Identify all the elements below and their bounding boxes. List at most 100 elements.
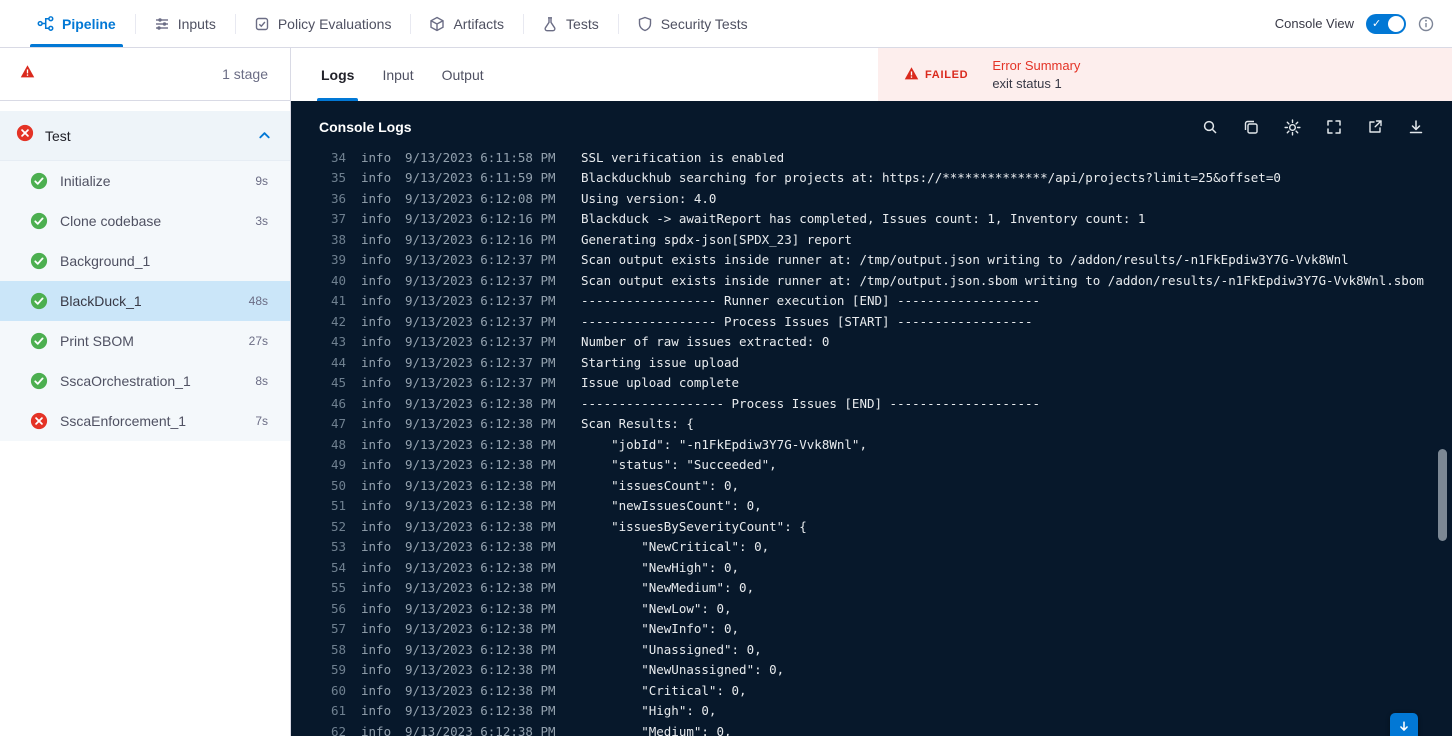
step-duration: 7s — [255, 414, 268, 428]
security-tests-icon — [637, 16, 653, 32]
log-line: 58 info 9/13/2023 6:12:38 PM "Unassigned… — [331, 639, 1452, 660]
tab-logs[interactable]: Logs — [307, 48, 368, 101]
check-circle-icon — [30, 172, 48, 190]
log-line: 55 info 9/13/2023 6:12:38 PM "NewMedium"… — [331, 578, 1452, 599]
sidebar: 1 stage Test Initialize 9s Clone codebas… — [0, 48, 291, 736]
nav-tab-policy-evaluations[interactable]: Policy Evaluations — [234, 0, 411, 47]
log-line-number: 45 — [331, 375, 347, 391]
stage-count: 1 stage — [222, 66, 268, 82]
log-timestamp: 9/13/2023 6:12:38 PM — [405, 662, 556, 678]
step-sscaorchestration-1[interactable]: SscaOrchestration_1 8s — [0, 361, 290, 401]
log-line-number: 42 — [331, 313, 347, 329]
log-line: 49 info 9/13/2023 6:12:38 PM "status": "… — [331, 455, 1452, 476]
step-name: SscaOrchestration_1 — [60, 373, 191, 389]
log-message: "newIssuesCount": 0, — [581, 498, 762, 514]
tab-output[interactable]: Output — [428, 48, 498, 101]
nav-tab-label: Policy Evaluations — [277, 15, 392, 32]
log-timestamp: 9/13/2023 6:12:38 PM — [405, 395, 556, 411]
log-line: 51 info 9/13/2023 6:12:38 PM "newIssuesC… — [331, 496, 1452, 517]
info-icon[interactable] — [1418, 16, 1434, 32]
log-timestamp: 9/13/2023 6:12:16 PM — [405, 231, 556, 247]
scroll-to-bottom-button[interactable] — [1390, 713, 1418, 736]
log-timestamp: 9/13/2023 6:12:38 PM — [405, 416, 556, 432]
log-line: 48 info 9/13/2023 6:12:38 PM "jobId": "-… — [331, 434, 1452, 455]
open-in-new-icon[interactable] — [1367, 119, 1383, 135]
log-line: 45 info 9/13/2023 6:12:37 PM Issue uploa… — [331, 373, 1452, 394]
log-line-number: 34 — [331, 153, 347, 165]
log-message: "issuesCount": 0, — [581, 477, 740, 493]
console-view-toggle[interactable]: ✓ — [1366, 13, 1406, 34]
check-circle-icon — [30, 252, 48, 270]
step-name: Initialize — [60, 173, 111, 189]
log-line-number: 44 — [331, 354, 347, 370]
failed-badge: FAILED — [904, 66, 968, 84]
download-icon[interactable] — [1408, 119, 1424, 135]
step-sscaenforcement-1[interactable]: SscaEnforcement_1 7s — [0, 401, 290, 441]
settings-icon[interactable] — [1284, 118, 1301, 136]
x-circle-icon — [30, 412, 48, 430]
tab-input[interactable]: Input — [368, 48, 427, 101]
log-line: 61 info 9/13/2023 6:12:38 PM "High": 0, — [331, 701, 1452, 722]
log-line-number: 55 — [331, 580, 347, 596]
app-root: Pipeline Inputs Policy Evaluations Artif… — [0, 0, 1452, 736]
log-message: Number of raw issues extracted: 0 — [581, 334, 830, 350]
nav-tab-label: Pipeline — [62, 15, 116, 32]
log-timestamp: 9/13/2023 6:12:38 PM — [405, 641, 556, 657]
log-level: info — [361, 621, 392, 637]
log-timestamp: 9/13/2023 6:11:58 PM — [405, 153, 556, 165]
check-circle-icon — [30, 332, 48, 350]
log-level: info — [361, 272, 392, 288]
step-initialize[interactable]: Initialize 9s — [0, 161, 290, 201]
step-duration: 27s — [248, 334, 268, 348]
log-line: 35 info 9/13/2023 6:11:59 PM Blackduckhu… — [331, 168, 1452, 189]
console-scrollbar-thumb[interactable] — [1438, 449, 1447, 541]
nav-tab-artifacts[interactable]: Artifacts — [410, 0, 523, 47]
log-line-number: 60 — [331, 682, 347, 698]
log-timestamp: 9/13/2023 6:12:38 PM — [405, 703, 556, 719]
log-line-number: 35 — [331, 170, 347, 186]
step-name: BlackDuck_1 — [60, 293, 142, 309]
search-icon[interactable] — [1202, 119, 1218, 135]
chevron-up-icon[interactable] — [257, 128, 272, 143]
log-line: 46 info 9/13/2023 6:12:38 PM -----------… — [331, 393, 1452, 414]
nav-tab-tests[interactable]: Tests — [523, 0, 618, 47]
nav-tab-pipeline[interactable]: Pipeline — [18, 0, 135, 47]
failed-badge-label: FAILED — [925, 68, 969, 81]
console-title: Console Logs — [319, 119, 412, 135]
log-line: 62 info 9/13/2023 6:12:38 PM "Medium": 0… — [331, 721, 1452, 736]
step-print-sbom[interactable]: Print SBOM 27s — [0, 321, 290, 361]
log-message: Issue upload complete — [581, 375, 740, 391]
step-clone-codebase[interactable]: Clone codebase 3s — [0, 201, 290, 241]
log-line: 41 info 9/13/2023 6:12:37 PM -----------… — [331, 291, 1452, 312]
log-message: "NewMedium": 0, — [581, 580, 755, 596]
log-level: info — [361, 559, 392, 575]
nav-tab-security-tests[interactable]: Security Tests — [617, 0, 767, 47]
log-timestamp: 9/13/2023 6:12:38 PM — [405, 580, 556, 596]
log-line-number: 48 — [331, 436, 347, 452]
log-line-number: 59 — [331, 662, 347, 678]
tab-label: Output — [441, 66, 484, 83]
log-message: Scan Results: { — [581, 416, 694, 432]
log-line-number: 49 — [331, 457, 347, 473]
step-background-1[interactable]: Background_1 — [0, 241, 290, 281]
check-circle-icon — [30, 212, 48, 230]
console-view-control: Console View ✓ — [1275, 0, 1434, 47]
log-timestamp: 9/13/2023 6:12:38 PM — [405, 723, 556, 736]
log-message: SSL verification is enabled — [581, 153, 785, 165]
copy-icon[interactable] — [1243, 119, 1259, 135]
log-level: info — [361, 641, 392, 657]
log-level: info — [361, 170, 392, 186]
log-level: info — [361, 354, 392, 370]
fullscreen-icon[interactable] — [1326, 119, 1342, 135]
log-line-number: 58 — [331, 641, 347, 657]
log-message: Blackduckhub searching for projects at: … — [581, 170, 1281, 186]
inputs-icon — [154, 16, 170, 32]
log-message: "NewHigh": 0, — [581, 559, 740, 575]
log-line: 59 info 9/13/2023 6:12:38 PM "NewUnassig… — [331, 660, 1452, 681]
log-timestamp: 9/13/2023 6:12:38 PM — [405, 436, 556, 452]
log-level: info — [361, 375, 392, 391]
step-blackduck-1[interactable]: BlackDuck_1 48s — [0, 281, 290, 321]
stage-header-test[interactable]: Test — [0, 111, 290, 161]
nav-tab-inputs[interactable]: Inputs — [134, 0, 235, 47]
log-line-number: 43 — [331, 334, 347, 350]
